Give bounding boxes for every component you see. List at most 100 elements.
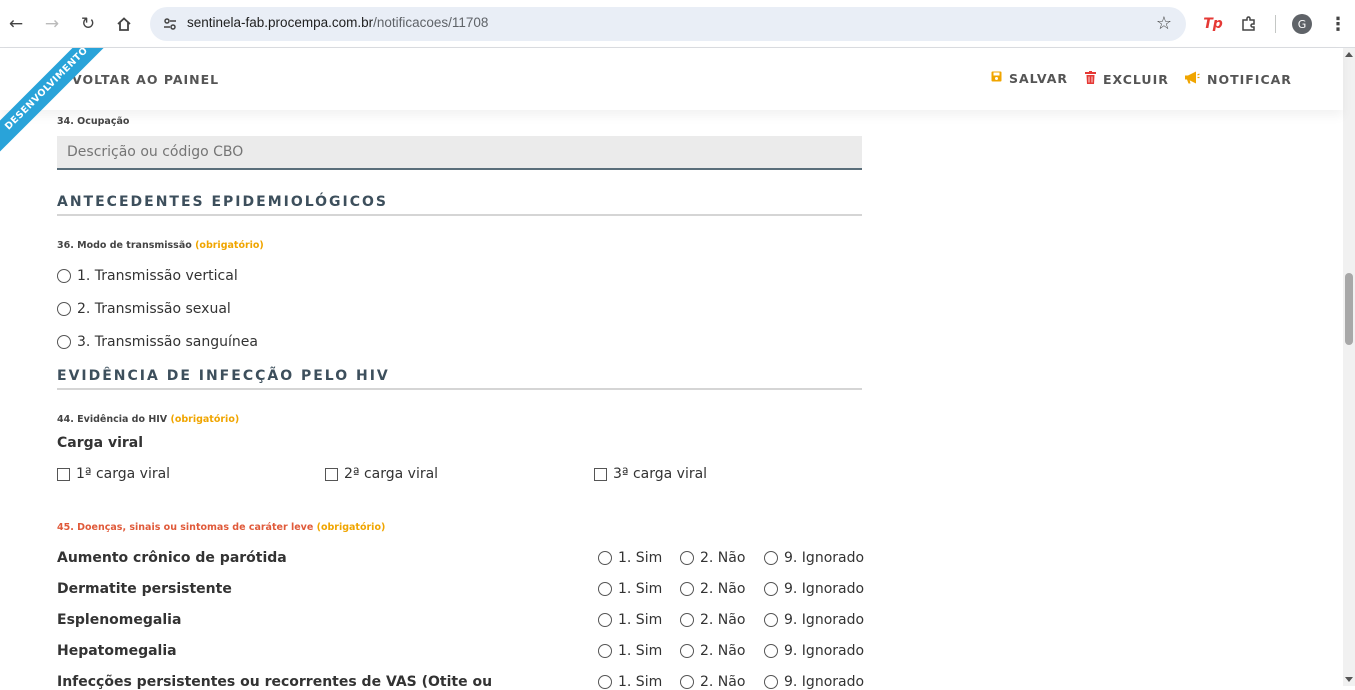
transmission-option-sexual[interactable]: 2. Transmissão sexual: [57, 301, 231, 317]
bookmark-star-icon[interactable]: ☆: [1156, 13, 1172, 34]
option-label: 2. Não: [700, 550, 746, 566]
option-label: 2. Transmissão sexual: [77, 301, 231, 317]
radio-button[interactable]: [598, 582, 612, 596]
required-tag: (obrigatório): [316, 522, 386, 533]
option-label: 2. Não: [700, 674, 746, 690]
disease-row-label: Dermatite persistente: [57, 581, 232, 597]
diseases-label-text: 45. Doenças, sinais ou sintomas de carát…: [57, 522, 314, 533]
checkbox-label: 2ª carga viral: [344, 466, 439, 482]
diseases-label: 45. Doenças, sinais ou sintomas de carát…: [57, 522, 385, 533]
evidence-label-text: 44. Evidência do HIV: [57, 414, 168, 425]
site-settings-icon[interactable]: [160, 14, 180, 34]
disease-option[interactable]: 9. Ignorado: [764, 612, 864, 628]
disease-option[interactable]: 2. Não: [680, 581, 745, 597]
section-title-hiv-evidence: EVIDÊNCIA DE INFECÇÃO PELO HIV: [57, 368, 862, 390]
option-label: 1. Sim: [618, 643, 663, 659]
required-tag: (obrigatório): [170, 414, 240, 425]
radio-button[interactable]: [598, 675, 612, 689]
radio-button[interactable]: [764, 644, 778, 658]
toolbar-divider: [1275, 15, 1276, 33]
disease-option[interactable]: 1. Sim: [598, 550, 662, 566]
scroll-up-arrow-icon[interactable]: [1345, 52, 1353, 57]
checkbox-label: 1ª carga viral: [76, 466, 171, 482]
viral-load-3-checkbox[interactable]: 3ª carga viral: [594, 466, 707, 482]
radio-button[interactable]: [680, 613, 694, 627]
app-header: VOLTAR AO PAINEL SALVAR EXCLUIR NOTIFICA…: [0, 48, 1343, 110]
disease-option[interactable]: 1. Sim: [598, 612, 662, 628]
disease-option[interactable]: 9. Ignorado: [764, 550, 864, 566]
ribbon-label: DESENVOLVIMENTO: [0, 48, 110, 158]
forward-arrow-icon[interactable]: →: [40, 12, 64, 36]
disease-option[interactable]: 1. Sim: [598, 581, 662, 597]
transmission-option-blood[interactable]: 3. Transmissão sanguínea: [57, 334, 258, 350]
scroll-down-arrow-icon[interactable]: [1345, 677, 1353, 682]
disease-option[interactable]: 2. Não: [680, 643, 745, 659]
kebab-menu-icon[interactable]: ⋮: [1328, 12, 1348, 36]
viral-load-title: Carga viral: [57, 435, 144, 451]
radio-button[interactable]: [598, 644, 612, 658]
radio-button[interactable]: [680, 551, 694, 565]
tp-extension-icon[interactable]: Tp: [1202, 12, 1224, 36]
disease-option[interactable]: 9. Ignorado: [764, 674, 864, 690]
radio-button[interactable]: [764, 675, 778, 689]
delete-button[interactable]: EXCLUIR: [1085, 71, 1169, 88]
checkbox-label: 3ª carga viral: [613, 466, 708, 482]
transmission-label-text: 36. Modo de transmissão: [57, 240, 192, 251]
url-host: sentinela-fab.procempa.com.br: [187, 15, 374, 30]
disease-option[interactable]: 1. Sim: [598, 674, 662, 690]
occupation-input[interactable]: [57, 136, 862, 170]
option-label: 1. Sim: [618, 674, 663, 690]
save-button[interactable]: SALVAR: [991, 71, 1068, 86]
notify-button[interactable]: NOTIFICAR: [1184, 71, 1292, 88]
environment-ribbon: DESENVOLVIMENTO: [0, 48, 110, 158]
disease-row-label: Infecções persistentes ou recorrentes de…: [57, 674, 493, 690]
option-label: 9. Ignorado: [784, 643, 865, 659]
radio-button[interactable]: [680, 675, 694, 689]
option-label: 1. Sim: [618, 581, 663, 597]
option-label: 2. Não: [700, 612, 746, 628]
transmission-option-vertical[interactable]: 1. Transmissão vertical: [57, 268, 238, 284]
option-label: 9. Ignorado: [784, 581, 865, 597]
radio-button[interactable]: [598, 613, 612, 627]
viral-load-2-checkbox[interactable]: 2ª carga viral: [325, 466, 438, 482]
scroll-thumb[interactable]: [1345, 273, 1353, 345]
back-arrow-icon[interactable]: ←: [4, 12, 28, 36]
checkbox[interactable]: [325, 467, 338, 481]
floppy-disk-icon: [991, 71, 1002, 86]
disease-option[interactable]: 1. Sim: [598, 643, 662, 659]
extensions-puzzle-icon[interactable]: [1238, 12, 1260, 36]
disease-option[interactable]: 9. Ignorado: [764, 581, 864, 597]
browser-toolbar: ← → ↻ sentinela-fab.procempa.com.br/noti…: [0, 0, 1355, 48]
trash-icon: [1085, 71, 1096, 88]
disease-option[interactable]: 2. Não: [680, 612, 745, 628]
radio-button[interactable]: [764, 613, 778, 627]
radio-button[interactable]: [764, 582, 778, 596]
option-label: 9. Ignorado: [784, 674, 865, 690]
tp-extension-label: Tp: [1203, 16, 1223, 32]
viral-load-1-checkbox[interactable]: 1ª carga viral: [57, 466, 170, 482]
profile-avatar[interactable]: G: [1292, 14, 1312, 34]
disease-option[interactable]: 2. Não: [680, 550, 745, 566]
url-path: /notificacoes/11708: [373, 15, 489, 30]
section-title-epidemiological: ANTECEDENTES EPIDEMIOLÓGICOS: [57, 194, 862, 216]
delete-label: EXCLUIR: [1103, 72, 1169, 87]
disease-row-label: Esplenomegalia: [57, 612, 182, 628]
url-text[interactable]: sentinela-fab.procempa.com.br/notificaco…: [187, 15, 488, 30]
radio-button[interactable]: [57, 302, 71, 316]
home-icon[interactable]: [112, 12, 136, 36]
radio-button[interactable]: [57, 269, 71, 283]
address-bar[interactable]: sentinela-fab.procempa.com.br/notificaco…: [150, 7, 1186, 41]
radio-button[interactable]: [680, 582, 694, 596]
disease-option[interactable]: 2. Não: [680, 674, 745, 690]
disease-option[interactable]: 9. Ignorado: [764, 643, 864, 659]
checkbox[interactable]: [57, 467, 70, 481]
checkbox[interactable]: [594, 467, 607, 481]
page-scrollbar[interactable]: [1343, 48, 1355, 686]
required-tag: (obrigatório): [195, 240, 264, 251]
radio-button[interactable]: [680, 644, 694, 658]
reload-icon[interactable]: ↻: [76, 12, 100, 36]
radio-button[interactable]: [764, 551, 778, 565]
radio-button[interactable]: [57, 335, 71, 349]
radio-button[interactable]: [598, 551, 612, 565]
option-label: 1. Sim: [618, 612, 663, 628]
